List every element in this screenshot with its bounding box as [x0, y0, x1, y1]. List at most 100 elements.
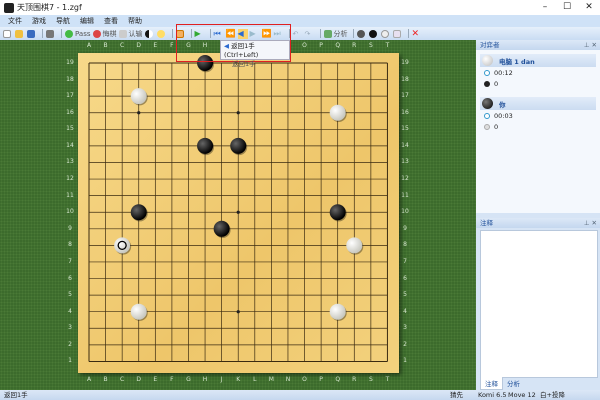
column-label: O — [302, 376, 307, 383]
column-label: N — [285, 376, 291, 383]
divider — [42, 29, 43, 38]
row-label: 9 — [68, 224, 72, 232]
new-file-button[interactable] — [3, 29, 13, 39]
bulb-icon — [156, 29, 165, 38]
analyze-button[interactable]: 分析 — [323, 29, 348, 39]
panel-pin-close-icon[interactable]: ⊥ ✕ — [584, 40, 597, 50]
save-button[interactable] — [27, 29, 37, 39]
tooltip-title: ◀ 返回1手 (Ctrl+Left) — [224, 42, 259, 59]
divider — [352, 29, 354, 38]
column-label: M — [268, 376, 274, 383]
stone-color-button[interactable] — [144, 29, 155, 39]
board-grid[interactable] — [78, 53, 399, 373]
row-label: 19 — [401, 59, 409, 66]
row-label: 17 — [66, 92, 74, 100]
row-label: 4 — [68, 307, 72, 315]
menu-help[interactable]: 帮助 — [128, 16, 142, 26]
row-label: 11 — [66, 191, 74, 199]
stones-icon — [356, 29, 365, 38]
column-label: Q — [335, 376, 341, 383]
eraser-button[interactable] — [392, 29, 403, 39]
row-label: 13 — [401, 158, 409, 166]
menu-edit[interactable]: 编辑 — [80, 16, 94, 26]
player-captures: 0 — [494, 122, 499, 131]
player-name: 电脑 1 dan — [499, 57, 535, 66]
hint-button[interactable] — [156, 29, 167, 39]
resign-button[interactable]: 认输 — [118, 29, 143, 39]
column-label: A — [86, 376, 92, 383]
analyze-icon — [323, 29, 332, 38]
star-point — [236, 111, 240, 115]
panel-pin-close-icon[interactable]: ⊥ ✕ — [584, 218, 597, 228]
menu-game[interactable]: 游戏 — [32, 16, 46, 26]
menu-navigate[interactable]: 导航 — [56, 16, 70, 26]
comment-panel-title: 注释 — [480, 219, 493, 227]
close-button[interactable]: ✕ — [578, 0, 600, 15]
white-stone-add-icon — [380, 29, 389, 38]
redo-edit-button[interactable]: ↷ — [305, 29, 315, 39]
board-area: AABBCCDDEEFFGGHHJJKKLLMMNNOOPPQQRRSSTT19… — [0, 40, 476, 390]
black-add-button[interactable] — [368, 29, 379, 39]
clock-icon — [484, 69, 490, 76]
row-label: 12 — [66, 175, 74, 183]
column-label: B — [103, 376, 108, 383]
pass-button[interactable]: Pass — [65, 29, 91, 39]
captures-icon — [484, 123, 490, 130]
row-label: 5 — [403, 291, 407, 299]
column-label: E — [153, 376, 158, 383]
menu-file[interactable]: 文件 — [8, 16, 22, 26]
tab-analysis[interactable]: 分析 — [503, 377, 524, 390]
player-time: 00:12 — [494, 68, 513, 77]
pass-label: Pass — [75, 29, 91, 38]
black-stone — [329, 204, 346, 221]
players-panel: 电脑 1 dan 00:12 0 你 00:03 0 — [476, 50, 600, 213]
app-logo-icon — [4, 2, 14, 13]
new-file-icon — [3, 29, 11, 38]
stones-button[interactable] — [356, 29, 367, 39]
menu-view[interactable]: 查看 — [104, 16, 118, 26]
row-label: 2 — [403, 340, 407, 348]
row-label: 4 — [403, 307, 407, 315]
column-label: O — [302, 42, 307, 49]
divider — [171, 29, 173, 38]
status-handicap: 猜先 — [450, 391, 463, 399]
column-label: T — [385, 376, 390, 383]
undo-edit-button[interactable]: ↶ — [293, 29, 303, 39]
player-white: 电脑 1 dan 00:12 0 — [480, 54, 596, 89]
tab-comment[interactable]: 注释 — [480, 377, 503, 390]
undo-label: 悔棋 — [102, 29, 117, 38]
white-stone-icon — [482, 55, 493, 66]
right-panel: 对弈者 ⊥ ✕ 电脑 1 dan 00:12 0 你 00:03 0 注释 ⊥ ✕ … — [476, 40, 600, 390]
divider — [61, 29, 62, 38]
undo-icon — [92, 29, 101, 38]
captures-icon — [484, 80, 490, 87]
white-stone — [329, 104, 346, 121]
players-panel-title: 对弈者 — [480, 41, 500, 49]
open-file-button[interactable] — [15, 29, 25, 39]
player-black: 你 00:03 0 — [480, 97, 596, 132]
delete-button[interactable]: ✕ — [412, 29, 422, 39]
star-point — [236, 310, 240, 314]
row-label: 3 — [403, 324, 407, 332]
comment-textarea[interactable] — [480, 230, 598, 378]
toolbar: Pass 悔棋 认输 ▶ ⏮ ⏪ ◀ ▶ ⏩ ⏭ ↶ ↷ 分析 ✕ — [0, 27, 600, 40]
tooltip-desc: 返回1手 — [232, 60, 256, 68]
row-label: 7 — [68, 257, 72, 265]
row-label: 1 — [403, 357, 407, 365]
row-label: 10 — [66, 208, 74, 216]
minimize-button[interactable]: – — [534, 0, 556, 15]
status-bar: 返回1手 猜先 Komi 6.5 Move 12 白+投降 — [0, 390, 600, 400]
status-move: Move 12 — [508, 391, 536, 399]
maximize-button[interactable]: ☐ — [556, 0, 578, 15]
go-board[interactable] — [78, 53, 399, 373]
row-label: 14 — [401, 141, 409, 149]
undo-button[interactable]: 悔棋 — [92, 29, 117, 39]
player-name: 你 — [499, 100, 506, 109]
row-label: 13 — [66, 158, 74, 166]
flag-icon — [118, 29, 127, 38]
white-add-button[interactable] — [380, 29, 391, 39]
column-label: R — [352, 42, 357, 49]
resign-label: 认输 — [128, 29, 143, 38]
column-label: K — [236, 376, 241, 383]
print-button[interactable] — [46, 29, 56, 39]
